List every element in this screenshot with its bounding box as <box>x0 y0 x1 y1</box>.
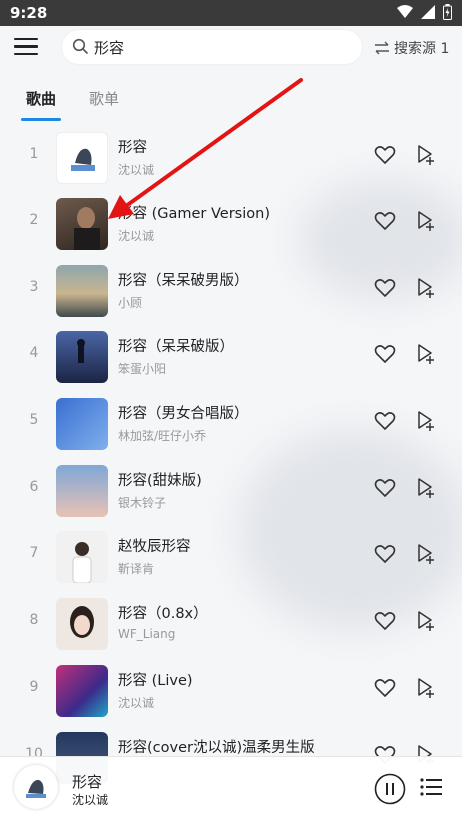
search-icon <box>72 38 89 55</box>
song-artist: 笨蛋小阳 <box>118 362 167 376</box>
add-to-playlist-icon[interactable] <box>416 277 436 299</box>
add-to-playlist-icon[interactable] <box>416 677 436 699</box>
status-bar: 9:28 <box>0 0 462 26</box>
song-artist: 小顾 <box>118 296 143 310</box>
playlist-icon[interactable] <box>420 777 442 797</box>
song-artist: 银木铃子 <box>118 496 167 510</box>
heart-icon[interactable] <box>374 211 396 231</box>
song-row[interactable]: 1 形容 沈以诚 <box>0 124 462 190</box>
song-row[interactable]: 8 形容（0.8x） WF_Liang <box>0 590 462 656</box>
wifi-icon <box>397 5 413 18</box>
add-to-playlist-icon[interactable] <box>416 477 436 499</box>
add-to-playlist-icon[interactable] <box>416 343 436 365</box>
song-index: 6 <box>29 479 39 495</box>
song-index: 5 <box>29 412 39 428</box>
swap-icon <box>375 41 389 55</box>
song-artist: WF_Liang <box>118 627 176 641</box>
song-artist: 沈以诚 <box>118 229 155 243</box>
song-row[interactable]: 6 形容(甜妹版) 银木铃子 <box>0 457 462 523</box>
album-cover <box>56 132 108 184</box>
pause-button[interactable] <box>374 773 406 805</box>
search-source-label: 搜索源 1 <box>394 41 450 57</box>
tab-songs[interactable]: 歌曲 <box>26 88 56 109</box>
add-to-playlist-icon[interactable] <box>416 610 436 632</box>
player-title: 形容 <box>72 773 103 791</box>
album-cover <box>56 598 108 650</box>
song-index: 9 <box>29 679 39 695</box>
song-row[interactable]: 2 形容 (Gamer Version) 沈以诚 <box>0 190 462 256</box>
song-artist: 沈以诚 <box>118 696 155 710</box>
song-index: 4 <box>29 345 39 361</box>
song-title: 形容 (Live) <box>118 673 193 689</box>
add-to-playlist-icon[interactable] <box>416 210 436 232</box>
album-cover <box>56 198 108 250</box>
song-index: 3 <box>29 279 39 295</box>
add-to-playlist-icon[interactable] <box>416 543 436 565</box>
album-cover <box>56 265 108 317</box>
search-query: 形容 <box>94 39 125 57</box>
heart-icon[interactable] <box>374 611 396 631</box>
song-row[interactable]: 4 形容（呆呆破版） 笨蛋小阳 <box>0 323 462 389</box>
song-title: 赵牧辰形容 <box>118 539 191 555</box>
song-title: 形容(cover沈以诚)温柔男生版 <box>118 740 315 756</box>
player-cover <box>14 765 58 809</box>
song-row[interactable]: 3 形容（呆呆破男版） 小顾 <box>0 257 462 323</box>
heart-icon[interactable] <box>374 544 396 564</box>
song-row[interactable]: 9 形容 (Live) 沈以诚 <box>0 657 462 723</box>
signal-icon <box>421 5 435 19</box>
song-title: 形容（0.8x） <box>118 606 208 622</box>
song-row[interactable]: 7 赵牧辰形容 靳译肯 <box>0 523 462 589</box>
song-index: 8 <box>29 612 39 628</box>
heart-icon[interactable] <box>374 411 396 431</box>
menu-button[interactable] <box>14 38 38 58</box>
song-artist: 林加弦/旺仔小乔 <box>118 429 207 443</box>
album-cover <box>56 465 108 517</box>
song-title: 形容 <box>118 140 147 156</box>
battery-icon <box>443 4 452 20</box>
album-cover <box>56 331 108 383</box>
tab-playlists[interactable]: 歌单 <box>89 88 119 109</box>
song-index: 7 <box>29 545 39 561</box>
song-artist: 沈以诚 <box>118 163 155 177</box>
album-cover <box>56 531 108 583</box>
heart-icon[interactable] <box>374 344 396 364</box>
heart-icon[interactable] <box>374 278 396 298</box>
mini-player[interactable]: 形容 沈以诚 <box>0 756 462 821</box>
song-title: 形容 (Gamer Version) <box>118 206 270 222</box>
search-source-button[interactable]: 搜索源 1 <box>374 38 449 58</box>
heart-icon[interactable] <box>374 678 396 698</box>
song-row[interactable]: 5 形容（男女合唱版） 林加弦/旺仔小乔 <box>0 390 462 456</box>
add-to-playlist-icon[interactable] <box>416 410 436 432</box>
song-artist: 靳译肯 <box>118 562 155 576</box>
album-cover <box>56 665 108 717</box>
song-index: 2 <box>29 212 39 228</box>
song-index: 1 <box>29 146 39 162</box>
heart-icon[interactable] <box>374 478 396 498</box>
tab-indicator <box>21 118 61 121</box>
song-title: 形容（呆呆破男版） <box>118 273 249 289</box>
song-title: 形容（男女合唱版） <box>118 406 249 422</box>
status-time: 9:28 <box>10 4 48 22</box>
song-title: 形容(甜妹版) <box>118 473 202 489</box>
search-input[interactable]: 形容 <box>62 30 362 64</box>
player-artist: 沈以诚 <box>72 793 109 807</box>
song-title: 形容（呆呆破版） <box>118 339 234 355</box>
album-cover <box>56 398 108 450</box>
heart-icon[interactable] <box>374 145 396 165</box>
add-to-playlist-icon[interactable] <box>416 144 436 166</box>
